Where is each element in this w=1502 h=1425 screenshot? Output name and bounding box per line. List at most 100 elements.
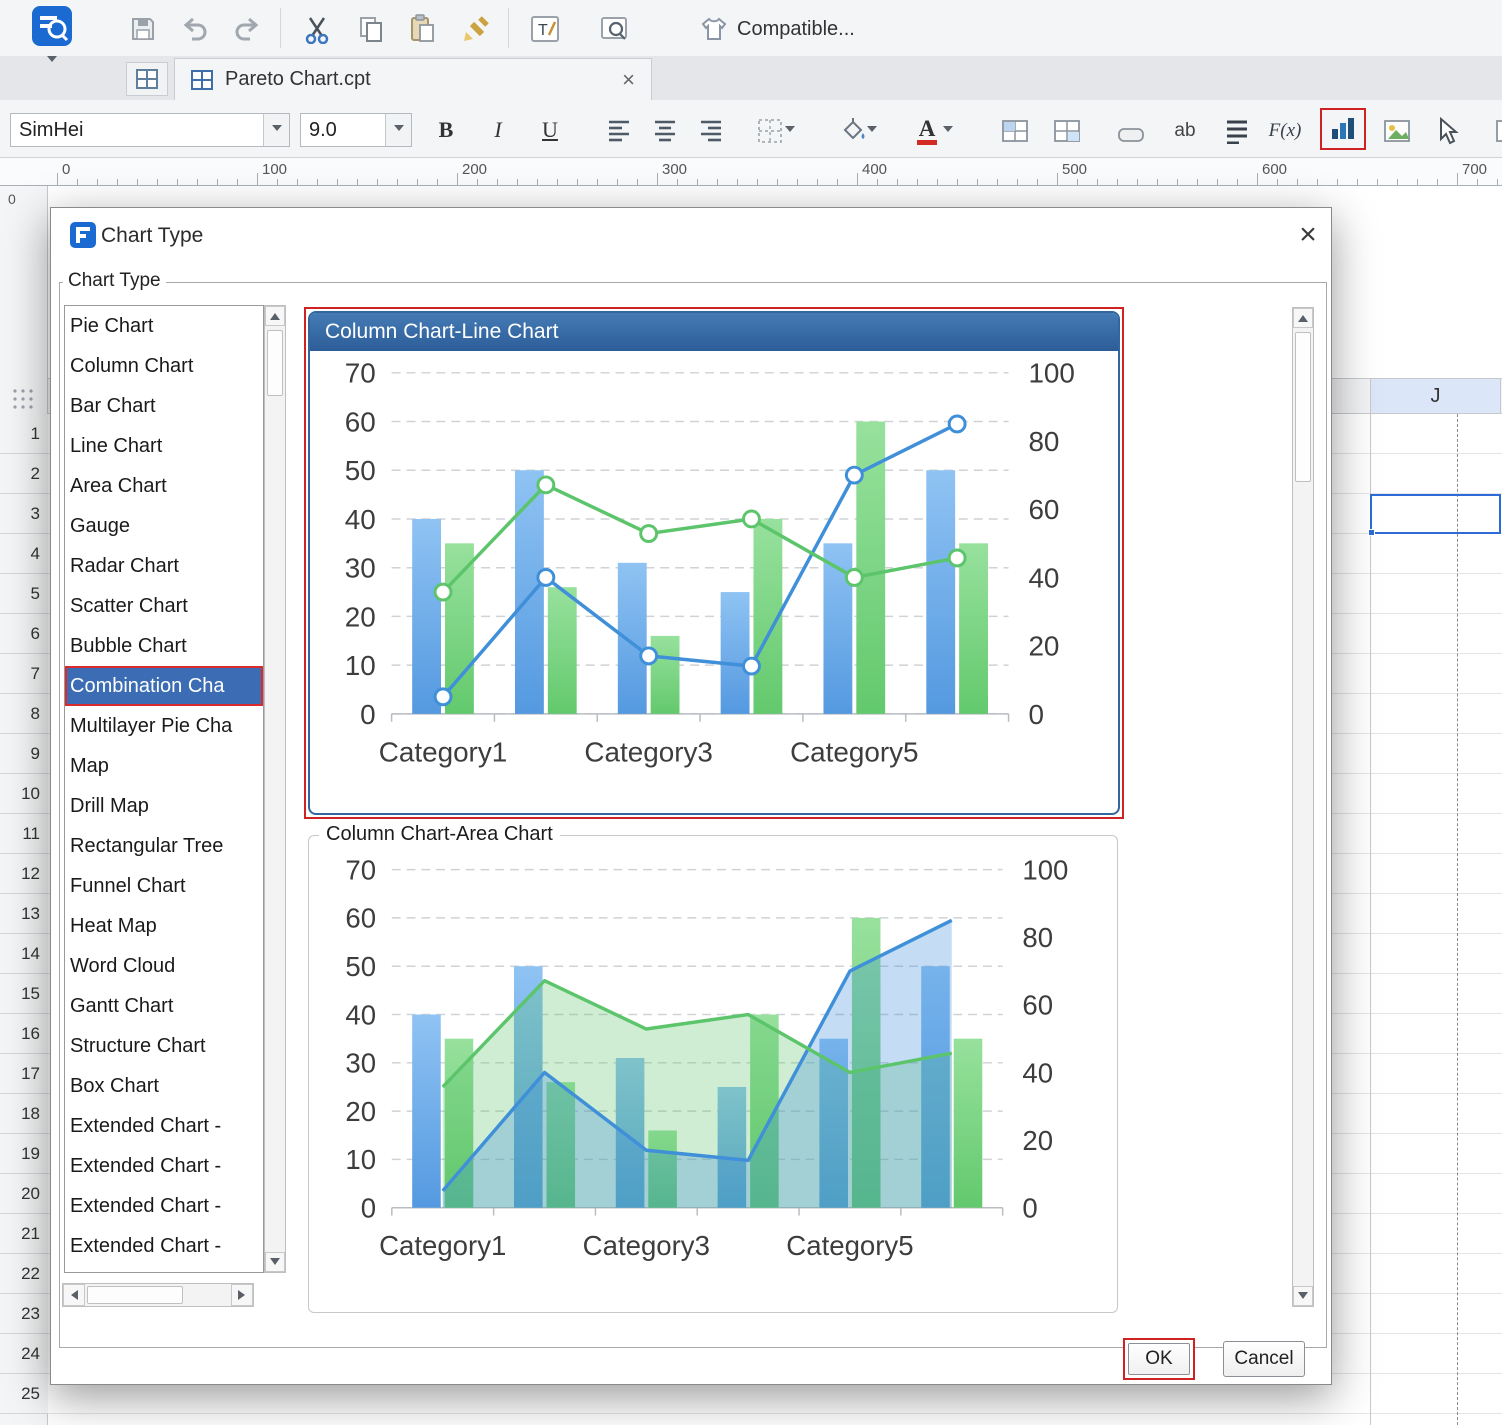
chart-type-option[interactable]: Radar Chart: [65, 546, 263, 586]
row-header[interactable]: 12: [0, 854, 48, 894]
chart-type-option[interactable]: Extended Chart -: [65, 1226, 263, 1266]
chart-type-option[interactable]: Structure Chart: [65, 1026, 263, 1066]
cancel-button[interactable]: Cancel: [1223, 1341, 1305, 1377]
chart-type-option[interactable]: Word Cloud: [65, 946, 263, 986]
scroll-right-button[interactable]: [231, 1284, 253, 1306]
copy-icon[interactable]: [348, 10, 394, 48]
row-header[interactable]: 24: [0, 1334, 48, 1374]
chart-type-option[interactable]: Scatter Chart: [65, 586, 263, 626]
text-field-icon[interactable]: [1108, 116, 1154, 154]
row-header[interactable]: 3: [0, 494, 48, 534]
row-header[interactable]: 13: [0, 894, 48, 934]
app-logo-button[interactable]: [26, 4, 78, 82]
bold-button[interactable]: B: [428, 113, 464, 147]
chart-type-option[interactable]: Line Chart: [65, 426, 263, 466]
border-picker-button[interactable]: [746, 112, 804, 150]
column-header-j[interactable]: J: [1370, 379, 1501, 413]
chart-type-option[interactable]: Map: [65, 746, 263, 786]
select-all-corner-icon[interactable]: [10, 386, 36, 417]
chart-type-option[interactable]: Pie Chart: [65, 306, 263, 346]
font-color-button[interactable]: A: [906, 112, 964, 150]
row-header[interactable]: 11: [0, 814, 48, 854]
preview-column-area-chart[interactable]: Column Chart-Area Chart 0102030405060700…: [308, 835, 1118, 1313]
search-preview-icon[interactable]: [592, 10, 638, 48]
ab-text-icon[interactable]: ab: [1162, 112, 1208, 150]
chart-type-option[interactable]: Gantt Chart: [65, 986, 263, 1026]
row-header[interactable]: 15: [0, 974, 48, 1014]
pointer-cursor-icon[interactable]: [1424, 112, 1470, 150]
chart-type-option[interactable]: Column Chart: [65, 346, 263, 386]
selection-handle[interactable]: [1368, 529, 1375, 536]
align-right-icon[interactable]: [688, 112, 734, 150]
row-header[interactable]: 23: [0, 1294, 48, 1334]
list-horizontal-scrollbar[interactable]: [62, 1283, 254, 1307]
ok-button[interactable]: OK: [1128, 1343, 1190, 1375]
font-size-select[interactable]: 9.0: [300, 113, 412, 147]
save-icon[interactable]: [120, 10, 166, 48]
row-header[interactable]: 16: [0, 1014, 48, 1054]
scroll-up-button[interactable]: [265, 306, 285, 326]
dialog-titlebar[interactable]: Chart Type ×: [51, 208, 1331, 262]
split-cells-icon[interactable]: [1044, 112, 1090, 150]
row-header[interactable]: 20: [0, 1174, 48, 1214]
list-vertical-scrollbar[interactable]: [264, 305, 286, 1273]
fill-color-button[interactable]: [828, 112, 886, 150]
scroll-left-button[interactable]: [63, 1284, 85, 1306]
chart-type-option[interactable]: Extended Chart -: [65, 1186, 263, 1226]
undo-icon[interactable]: [172, 10, 218, 48]
row-header[interactable]: 17: [0, 1054, 48, 1094]
underline-button[interactable]: U: [532, 113, 568, 147]
chart-type-option[interactable]: Drill Map: [65, 786, 263, 826]
font-family-caret-icon[interactable]: [263, 114, 289, 146]
chart-type-option[interactable]: Funnel Chart: [65, 866, 263, 906]
paste-icon[interactable]: [400, 10, 446, 48]
row-header[interactable]: 2: [0, 454, 48, 494]
chart-type-option[interactable]: Area Chart: [65, 466, 263, 506]
scrollbar-thumb[interactable]: [1295, 332, 1311, 482]
merge-cells-icon[interactable]: [992, 112, 1038, 150]
font-size-caret-icon[interactable]: [385, 114, 411, 146]
chart-type-option[interactable]: Bubble Chart: [65, 626, 263, 666]
selected-cell-outline[interactable]: [1370, 494, 1501, 534]
dialog-close-icon[interactable]: ×: [1289, 216, 1327, 254]
row-header[interactable]: 18: [0, 1094, 48, 1134]
row-header[interactable]: 7: [0, 654, 48, 694]
chart-type-option[interactable]: Extended Chart -: [65, 1106, 263, 1146]
row-header[interactable]: 22: [0, 1254, 48, 1294]
row-header[interactable]: 10: [0, 774, 48, 814]
paragraph-lines-icon[interactable]: [1214, 112, 1260, 150]
scrollbar-thumb[interactable]: [87, 1286, 183, 1304]
scroll-up-button[interactable]: [1293, 308, 1313, 328]
clipped-toolbar-icon[interactable]: [1486, 112, 1502, 150]
new-template-button[interactable]: [126, 62, 168, 96]
insert-chart-button-highlighted[interactable]: [1320, 108, 1366, 150]
redo-icon[interactable]: [224, 10, 270, 48]
row-header[interactable]: 14: [0, 934, 48, 974]
chart-type-option[interactable]: Rectangular Tree: [65, 826, 263, 866]
chart-type-option[interactable]: Box Chart: [65, 1066, 263, 1106]
row-header[interactable]: 9: [0, 734, 48, 774]
row-header[interactable]: 6: [0, 614, 48, 654]
tab-pareto-chart[interactable]: Pareto Chart.cpt ×: [174, 58, 652, 100]
row-header[interactable]: 25: [0, 1374, 48, 1414]
scroll-down-button[interactable]: [1293, 1286, 1313, 1306]
chart-type-option[interactable]: Gauge: [65, 506, 263, 546]
chart-type-option[interactable]: Combination Cha: [65, 666, 263, 706]
row-header[interactable]: 5: [0, 574, 48, 614]
chart-type-option[interactable]: Bar Chart: [65, 386, 263, 426]
preview-column-line-chart[interactable]: Column Chart-Line Chart 0102030405060700…: [308, 311, 1120, 815]
align-center-icon[interactable]: [642, 112, 688, 150]
chart-type-option[interactable]: Extended Chart -: [65, 1146, 263, 1186]
tab-close-icon[interactable]: ×: [622, 67, 635, 93]
scroll-down-button[interactable]: [265, 1252, 285, 1272]
scrollbar-thumb[interactable]: [267, 330, 283, 396]
format-painter-icon[interactable]: [452, 10, 498, 48]
italic-button[interactable]: I: [480, 113, 516, 147]
compatibility-mode-button[interactable]: Compatible...: [700, 10, 855, 48]
chart-type-option[interactable]: Multilayer Pie Cha: [65, 706, 263, 746]
insert-image-icon[interactable]: [1374, 112, 1420, 150]
logo-dropdown-caret-icon[interactable]: [47, 56, 57, 67]
row-header[interactable]: 1: [0, 414, 48, 454]
chart-type-option[interactable]: Heat Map: [65, 906, 263, 946]
preview-vertical-scrollbar[interactable]: [1292, 307, 1314, 1307]
